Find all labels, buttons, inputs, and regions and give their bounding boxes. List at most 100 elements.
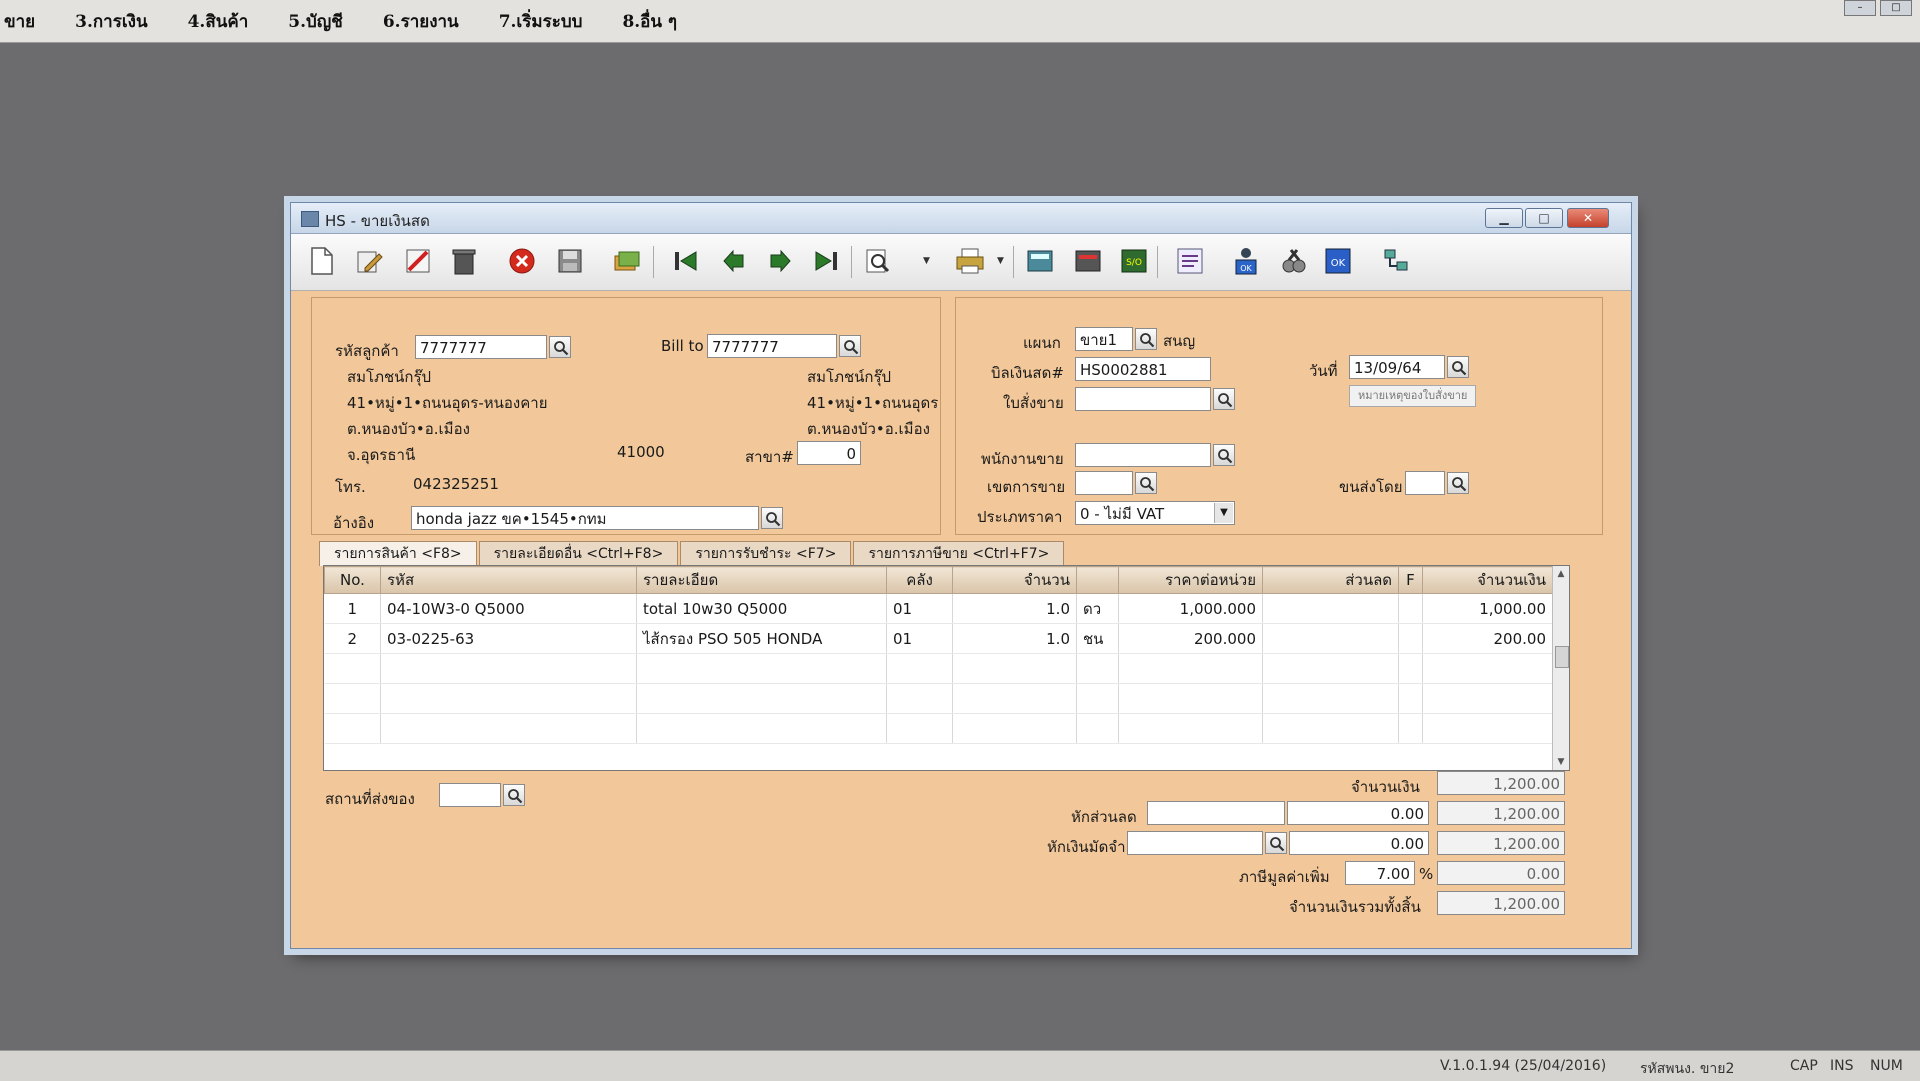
customer-code-field[interactable]: 7777777 xyxy=(415,335,547,359)
sales-order-icon[interactable]: S/O xyxy=(1117,244,1151,278)
user-ok-icon[interactable]: OK xyxy=(1229,244,1263,278)
sales-order-remark-button[interactable]: หมายเหตุของใบสั่งขาย xyxy=(1349,385,1477,407)
item-code[interactable]: 03-0225-63 xyxy=(380,623,637,654)
chevron-down-icon[interactable]: ▼ xyxy=(1214,503,1233,523)
item-description[interactable]: ไส้กรอง PSO 505 HONDA xyxy=(636,623,887,654)
department-search-icon[interactable] xyxy=(1135,328,1157,350)
menu-setup[interactable]: 7.เริ่มระบบ xyxy=(499,8,583,35)
tab-sales-tax[interactable]: รายการภาษีขาย <Ctrl+F7> xyxy=(853,541,1065,566)
billto-code-field[interactable]: 7777777 xyxy=(707,334,837,358)
tab-other-details[interactable]: รายละเอียดอื่น <Ctrl+F8> xyxy=(478,541,679,566)
receipt-icon[interactable] xyxy=(1173,244,1207,278)
item-quantity[interactable]: 1.0 xyxy=(952,593,1077,624)
grid-scrollbar[interactable]: ▲ ▼ xyxy=(1552,566,1569,770)
ship-by-field[interactable] xyxy=(1405,471,1445,495)
column-header[interactable]: จำนวนเงิน xyxy=(1422,566,1553,594)
item-unit-price[interactable]: 200.000 xyxy=(1118,623,1263,654)
table-row[interactable] xyxy=(324,713,1553,744)
approve-ok-icon[interactable]: OK xyxy=(1321,244,1355,278)
column-header[interactable]: รหัส xyxy=(380,566,637,594)
ship-place-field[interactable] xyxy=(439,783,501,807)
salesman-search-icon[interactable] xyxy=(1213,444,1235,466)
date-field[interactable]: 13/09/64 xyxy=(1349,355,1445,379)
column-header[interactable]: ส่วนลด xyxy=(1262,566,1399,594)
copy-stack-icon[interactable] xyxy=(609,244,643,278)
last-record-icon[interactable] xyxy=(809,244,843,278)
previous-record-icon[interactable] xyxy=(717,244,751,278)
department-field[interactable]: ขาย1 xyxy=(1075,327,1133,351)
menu-products[interactable]: 4.สินค้า xyxy=(188,8,249,35)
item-quantity[interactable]: 1.0 xyxy=(952,623,1077,654)
bill-number-field[interactable]: HS0002881 xyxy=(1075,357,1211,381)
item-warehouse[interactable]: 01 xyxy=(886,593,953,624)
sales-area-search-icon[interactable] xyxy=(1135,472,1157,494)
tab-items[interactable]: รายการสินค้า <F8> xyxy=(319,541,477,566)
first-record-icon[interactable] xyxy=(669,244,703,278)
sales-order-field[interactable] xyxy=(1075,387,1211,411)
column-header[interactable]: รายละเอียด xyxy=(636,566,887,594)
item-unit-price[interactable]: 1,000.000 xyxy=(1118,593,1263,624)
search-preview-icon[interactable] xyxy=(861,244,895,278)
chevron-down-icon[interactable]: ▼ xyxy=(997,256,1004,266)
menu-others[interactable]: 8.อื่น ๆ xyxy=(622,8,677,35)
ship-by-search-icon[interactable] xyxy=(1447,472,1469,494)
branch-field[interactable]: 0 xyxy=(797,441,861,465)
deposit-amount-field[interactable]: 0.00 xyxy=(1289,831,1429,855)
ship-place-search-icon[interactable] xyxy=(503,784,525,806)
chevron-down-icon[interactable]: ▼ xyxy=(923,256,930,266)
menu-reports[interactable]: 6.รายงาน xyxy=(383,8,459,35)
delete-bin-icon[interactable] xyxy=(447,244,481,278)
reference-search-icon[interactable] xyxy=(761,507,783,529)
item-discount[interactable] xyxy=(1262,593,1399,624)
app-minimize-icon[interactable]: – xyxy=(1844,0,1876,16)
discount-text-field[interactable] xyxy=(1147,801,1285,825)
app-maximize-icon[interactable]: □ xyxy=(1880,0,1912,16)
printer-icon[interactable] xyxy=(953,244,987,278)
item-warehouse[interactable]: 01 xyxy=(886,623,953,654)
new-document-icon[interactable] xyxy=(305,244,339,278)
price-type-select[interactable]: 0 - ไม่มี VAT ▼ xyxy=(1075,501,1235,525)
vat-rate-field[interactable]: 7.00 xyxy=(1345,861,1415,885)
maximize-button[interactable]: □ xyxy=(1525,208,1563,228)
column-header[interactable]: ราคาต่อหน่วย xyxy=(1118,566,1263,594)
tab-payments[interactable]: รายการรับชำระ <F7> xyxy=(680,541,852,566)
next-record-icon[interactable] xyxy=(763,244,797,278)
menu-accounts[interactable]: 5.บัญชี xyxy=(288,8,343,35)
scroll-thumb[interactable] xyxy=(1555,646,1569,668)
column-header[interactable]: คลัง xyxy=(886,566,953,594)
network-icon[interactable] xyxy=(1379,244,1413,278)
column-header[interactable]: จำนวน xyxy=(952,566,1077,594)
sales-order-search-icon[interactable] xyxy=(1213,388,1235,410)
scroll-down-icon[interactable]: ▼ xyxy=(1553,754,1569,770)
discount-amount-field[interactable]: 0.00 xyxy=(1287,801,1429,825)
menu-sales[interactable]: ขาย xyxy=(4,8,35,35)
item-code[interactable]: 04-10W3-0 Q5000 xyxy=(380,593,637,624)
salesman-field[interactable] xyxy=(1075,443,1211,467)
column-header[interactable] xyxy=(1076,566,1119,594)
deposit-text-field[interactable] xyxy=(1127,831,1263,855)
customer-search-icon[interactable] xyxy=(549,336,571,358)
cancel-doc-icon[interactable] xyxy=(401,244,435,278)
table-row[interactable] xyxy=(324,683,1553,714)
scroll-up-icon[interactable]: ▲ xyxy=(1553,566,1569,582)
column-header[interactable]: No. xyxy=(324,566,381,594)
tools-icon[interactable] xyxy=(1277,244,1311,278)
minimize-button[interactable]: ▁ xyxy=(1485,208,1523,228)
table-row[interactable]: 2 03-0225-63 ไส้กรอง PSO 505 HONDA 01 1.… xyxy=(324,623,1553,654)
table-row[interactable]: 1 04-10W3-0 Q5000 total 10w30 Q5000 01 1… xyxy=(324,593,1553,624)
close-red-icon[interactable] xyxy=(505,244,539,278)
table-row[interactable] xyxy=(324,653,1553,684)
billto-search-icon[interactable] xyxy=(839,335,861,357)
edit-icon[interactable] xyxy=(353,244,387,278)
reference-field[interactable]: honda jazz ขค•1545•กทม xyxy=(411,506,759,530)
cash-register-icon[interactable] xyxy=(1071,244,1105,278)
item-discount[interactable] xyxy=(1262,623,1399,654)
deposit-search-icon[interactable] xyxy=(1265,832,1287,854)
item-description[interactable]: total 10w30 Q5000 xyxy=(636,593,887,624)
date-picker-icon[interactable] xyxy=(1447,356,1469,378)
sales-area-field[interactable] xyxy=(1075,471,1133,495)
menu-finance[interactable]: 3.การเงิน xyxy=(75,8,147,35)
save-disk-icon[interactable] xyxy=(553,244,587,278)
close-button[interactable]: ✕ xyxy=(1567,208,1609,228)
calculator-icon[interactable] xyxy=(1023,244,1057,278)
